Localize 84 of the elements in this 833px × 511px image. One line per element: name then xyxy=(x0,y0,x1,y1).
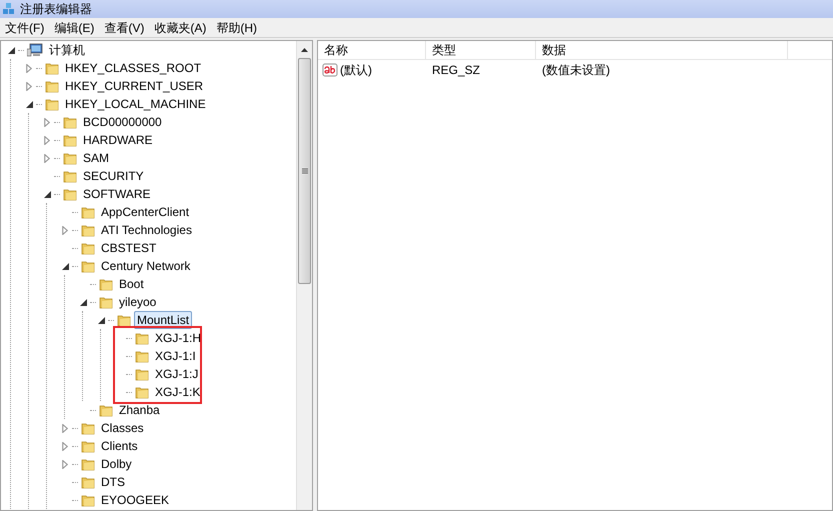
tree-item[interactable]: AppCenterClient xyxy=(98,203,192,221)
folder-icon xyxy=(81,475,95,489)
column-header[interactable]: 类型 xyxy=(426,41,536,59)
table-cell-text: (默认) xyxy=(340,62,372,79)
string-value-icon xyxy=(322,62,338,78)
folder-icon xyxy=(63,151,77,165)
tree-item[interactable]: XGJ-1:J xyxy=(152,365,202,383)
folder-icon xyxy=(99,277,113,291)
folder-icon xyxy=(63,187,77,201)
tree-item[interactable]: 计算机 xyxy=(46,41,88,59)
menu-item[interactable]: 收藏夹(A) xyxy=(149,18,212,36)
expanded-triangle-icon[interactable] xyxy=(62,262,68,270)
folder-icon xyxy=(63,115,77,129)
tree-item[interactable]: SAM xyxy=(80,149,112,167)
tree-item[interactable]: Classes xyxy=(98,419,147,437)
expanded-triangle-icon[interactable] xyxy=(26,100,32,108)
menu-item[interactable]: 帮助(H) xyxy=(211,18,262,36)
folder-icon xyxy=(81,223,95,237)
collapsed-triangle-icon[interactable] xyxy=(62,226,68,234)
column-header[interactable]: 名称 xyxy=(318,41,426,59)
folder-icon xyxy=(135,331,149,345)
expanded-triangle-icon[interactable] xyxy=(80,298,86,306)
tree-item[interactable]: Zhanba xyxy=(116,401,163,419)
tree-item[interactable]: Dolby xyxy=(98,455,135,473)
tree-item[interactable]: CBSTEST xyxy=(98,239,160,257)
folder-icon xyxy=(45,79,59,93)
menu-item[interactable]: 文件(F) xyxy=(0,18,50,36)
tree-item[interactable]: ATI Technologies xyxy=(98,221,195,239)
expanded-triangle-icon[interactable] xyxy=(44,190,50,198)
collapsed-triangle-icon[interactable] xyxy=(26,82,32,90)
tree-item[interactable]: SECURITY xyxy=(80,167,147,185)
expanded-triangle-icon[interactable] xyxy=(8,46,14,54)
tree-item[interactable]: Boot xyxy=(116,275,147,293)
collapsed-triangle-icon[interactable] xyxy=(44,136,50,144)
tree-item[interactable]: EYOOGEEK xyxy=(98,491,172,509)
tree-item[interactable]: Century Network xyxy=(98,257,194,275)
folder-icon xyxy=(81,493,95,507)
collapsed-triangle-icon[interactable] xyxy=(62,424,68,432)
folder-icon xyxy=(81,439,95,453)
tree-item[interactable]: XGJ-1:H xyxy=(152,329,204,347)
tree-item[interactable]: HKEY_CURRENT_USER xyxy=(62,77,206,95)
scroll-up-arrow-icon[interactable] xyxy=(301,48,308,52)
tree-item[interactable]: yileyoo xyxy=(116,293,160,311)
folder-icon xyxy=(135,367,149,381)
folder-icon xyxy=(99,295,113,309)
menu-item[interactable]: 查看(V) xyxy=(99,18,150,36)
folder-icon xyxy=(63,169,77,183)
window-title: 注册表编辑器 xyxy=(20,1,92,18)
grip-icon xyxy=(302,168,308,174)
folder-icon xyxy=(81,241,95,255)
collapsed-triangle-icon[interactable] xyxy=(62,442,68,450)
tree-item[interactable]: HKEY_CLASSES_ROOT xyxy=(62,59,204,77)
folder-icon xyxy=(135,385,149,399)
folder-icon xyxy=(81,457,95,471)
folder-icon xyxy=(81,205,95,219)
collapsed-triangle-icon[interactable] xyxy=(44,154,50,162)
tree-item[interactable]: Clients xyxy=(98,437,141,455)
tree-item[interactable]: XGJ-1:I xyxy=(152,347,199,365)
folder-icon xyxy=(81,259,95,273)
vertical-scrollbar[interactable] xyxy=(296,41,312,510)
registry-cubes-icon xyxy=(2,2,16,16)
table-cell-text: REG_SZ xyxy=(431,62,482,79)
column-header[interactable]: 数据 xyxy=(536,41,788,59)
menu-item[interactable]: 编辑(E) xyxy=(49,18,100,36)
tree-item[interactable]: HKEY_LOCAL_MACHINE xyxy=(62,95,209,113)
collapsed-triangle-icon[interactable] xyxy=(62,460,68,468)
tree-item[interactable]: DTS xyxy=(98,473,128,491)
folder-icon xyxy=(117,313,131,327)
tree-item[interactable]: BCD00000000 xyxy=(80,113,165,131)
tree-item[interactable]: HARDWARE xyxy=(80,131,156,149)
scrollbar-thumb[interactable] xyxy=(298,58,311,284)
collapsed-triangle-icon[interactable] xyxy=(44,118,50,126)
folder-icon xyxy=(99,403,113,417)
folder-icon xyxy=(63,133,77,147)
folder-icon xyxy=(45,97,59,111)
expanded-triangle-icon[interactable] xyxy=(98,316,104,324)
computer-icon xyxy=(27,43,43,57)
folder-icon xyxy=(135,349,149,363)
collapsed-triangle-icon[interactable] xyxy=(26,64,32,72)
tree-item[interactable]: XGJ-1:K xyxy=(152,383,204,401)
tree-item[interactable]: SOFTWARE xyxy=(80,185,154,203)
table-cell-text: (数值未设置) xyxy=(541,62,611,79)
folder-icon xyxy=(81,421,95,435)
folder-icon xyxy=(45,61,59,75)
